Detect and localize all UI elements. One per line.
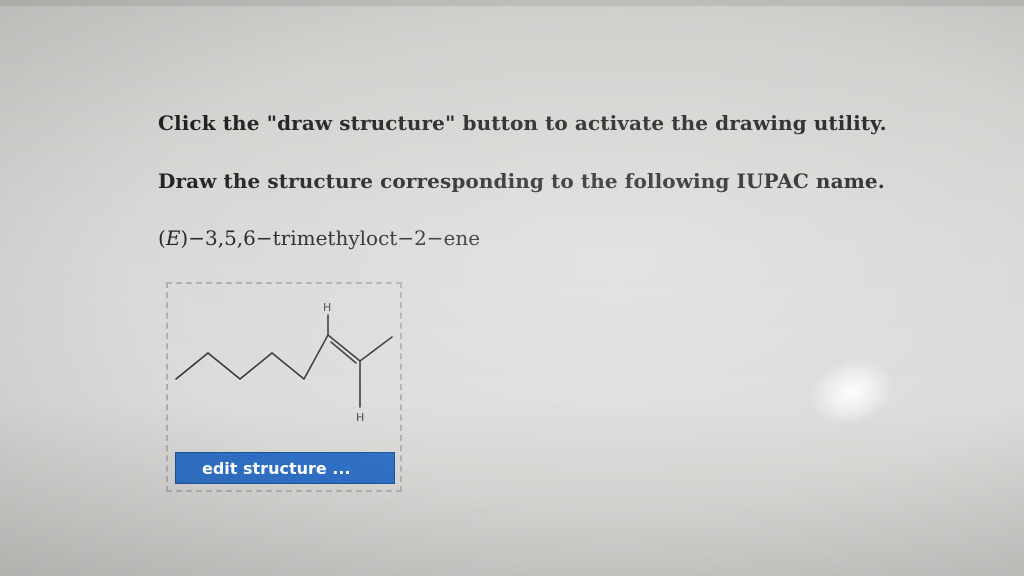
screen-top-edge	[0, 0, 1024, 6]
atom-label-bottom: H	[356, 411, 364, 424]
iupac-stereo-descriptor: E	[165, 226, 181, 250]
edit-structure-button[interactable]: edit structure ...	[175, 452, 395, 484]
bond-8	[359, 336, 393, 362]
iupac-name-rest: )−3,5,6−trimethyloct−2−ene	[180, 226, 481, 250]
atom-label-top: H	[323, 301, 331, 314]
bond-1	[175, 352, 209, 380]
iupac-name: (E)−3,5,6−trimethyloct−2−ene	[158, 226, 480, 250]
bond-2	[207, 352, 241, 380]
instruction-draw-structure: Click the "draw structure" button to act…	[158, 111, 887, 135]
bond-5	[303, 334, 329, 380]
bond-6-double	[330, 341, 357, 364]
screen-vignette	[0, 0, 1024, 576]
molecule-structure: H H	[175, 301, 393, 424]
bond-3	[239, 352, 273, 380]
instruction-iupac: Draw the structure corresponding to the …	[158, 169, 885, 193]
iupac-paren-open: (	[158, 226, 166, 250]
bond-4	[271, 352, 305, 380]
bond-6	[327, 334, 361, 362]
screen-glare	[804, 350, 900, 434]
